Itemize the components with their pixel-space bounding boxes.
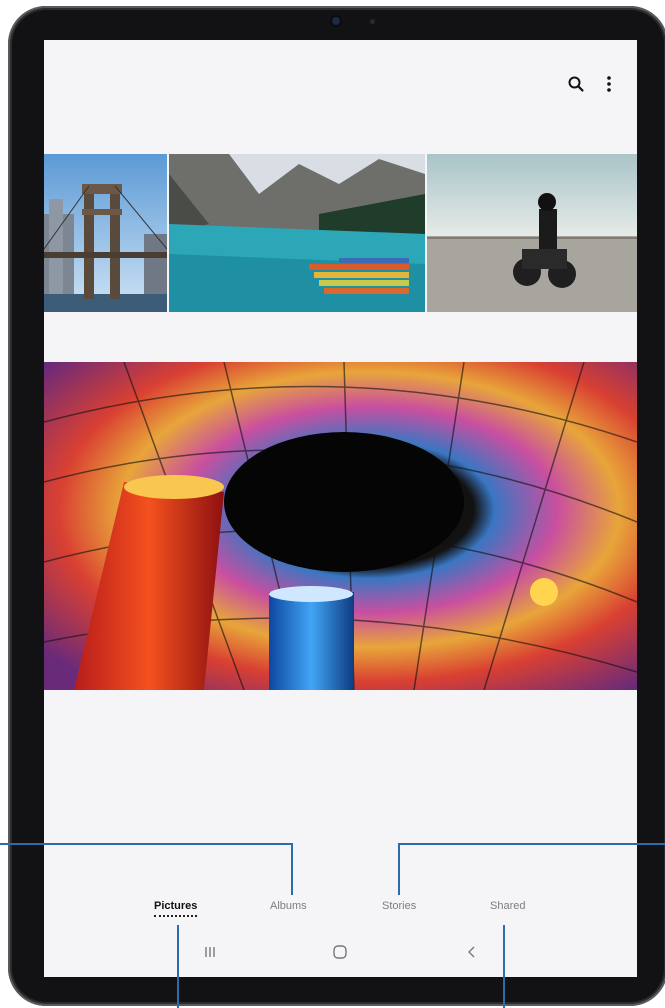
callout-line-albums-vertical [291,843,293,895]
photo-mountain-lake[interactable] [169,154,425,312]
callout-line-stories-vertical [398,843,400,895]
photo-bridge[interactable] [44,154,167,312]
back-icon[interactable] [457,937,487,967]
search-icon[interactable] [564,72,588,96]
tab-stories[interactable]: Stories [382,900,416,912]
callout-line-albums [0,843,292,845]
front-camera [332,17,340,25]
tab-pictures[interactable]: Pictures [154,900,198,917]
photo-motorcycle[interactable] [427,154,637,312]
gallery-toolbar [44,40,637,130]
tab-shared[interactable]: Shared [490,900,525,912]
light-sensor [370,19,375,24]
callout-line-pictures [177,925,179,1008]
callout-line-shared [503,925,505,1008]
more-options-icon[interactable] [597,72,621,96]
recents-icon[interactable] [195,937,225,967]
tab-albums[interactable]: Albums [270,900,307,912]
callout-line-stories [398,843,665,845]
gallery-screen: Pictures Albums Stories Shared [44,40,637,977]
home-icon[interactable] [325,937,355,967]
bottom-tab-bar: Pictures Albums Stories Shared [44,900,637,924]
system-navigation-bar [44,937,637,977]
photo-stained-glass-dome[interactable] [44,362,637,690]
